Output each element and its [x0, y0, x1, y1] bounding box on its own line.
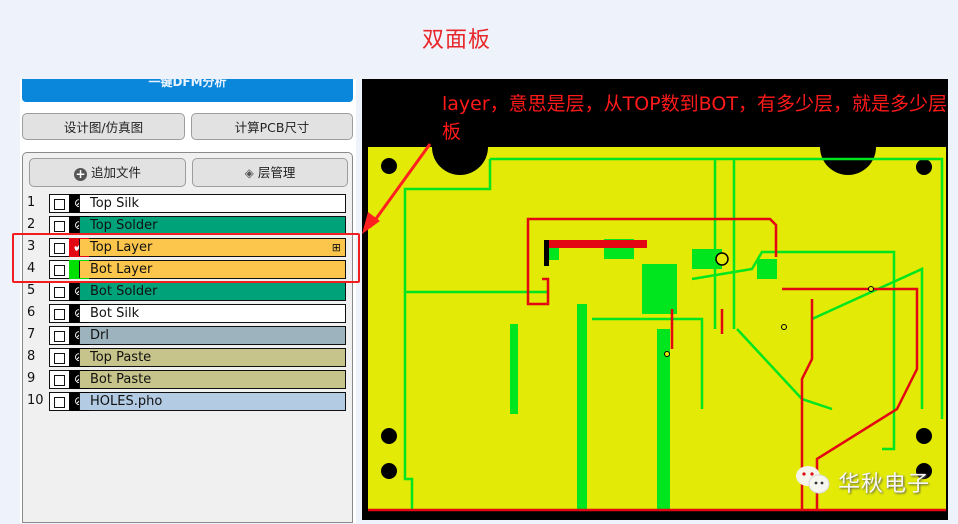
layer-index: 6 — [27, 305, 36, 320]
layer-cell[interactable]: ⊘Bot Silk — [49, 304, 346, 323]
layer-row[interactable]: 9 ⊘Bot Paste — [23, 369, 352, 391]
annotation-text: layer，意思是层，从TOP数到BOT，有多少层，就是多少层板 — [442, 93, 947, 143]
mounting-hole — [916, 159, 932, 175]
layer-index: 1 — [27, 195, 36, 210]
layer-cell[interactable]: ⊘HOLES.pho — [49, 392, 346, 411]
layer-name: HOLES.pho — [79, 393, 345, 410]
layer-index: 2 — [27, 217, 36, 232]
layer-name: Top Solder — [79, 217, 345, 234]
calc-pcb-size-button[interactable]: 计算PCB尺寸 — [191, 113, 353, 140]
mounting-hole — [381, 428, 397, 444]
layer-checkbox[interactable] — [54, 353, 65, 364]
layer-index: 7 — [27, 327, 36, 342]
wechat-icon — [796, 466, 830, 494]
layer-name: Drl — [79, 327, 345, 344]
mounting-hole — [381, 463, 397, 479]
layer-row[interactable]: 5 ⊘Bot Solder — [23, 281, 352, 303]
annotation-highlight-box — [12, 233, 360, 283]
layer-row[interactable]: 10 ⊘HOLES.pho — [23, 391, 352, 413]
via — [715, 252, 729, 266]
layer-panel: +追加文件 ◈层管理 1⊘Top Silk2⊘Top Solder3✔Top L… — [22, 152, 353, 523]
layer-checkbox[interactable] — [54, 397, 65, 408]
layer-name: Bot Silk — [79, 305, 345, 322]
layer-list: 1⊘Top Silk2⊘Top Solder3✔Top Layer⊞4Bot L… — [23, 193, 352, 413]
layer-name: Top Silk — [79, 195, 345, 212]
watermark-text: 华秋电子 — [838, 472, 931, 497]
layer-row[interactable]: 8 ⊘Top Paste — [23, 347, 352, 369]
via — [868, 286, 874, 292]
layer-checkbox[interactable] — [54, 309, 65, 320]
layer-row[interactable]: 6 ⊘Bot Silk — [23, 303, 352, 325]
layer-row[interactable]: 7 ⊘Drl — [23, 325, 352, 347]
add-file-label: 追加文件 — [90, 165, 141, 180]
layer-name: Bot Paste — [79, 371, 345, 388]
design-sim-button[interactable]: 设计图/仿真图 — [22, 113, 185, 140]
layer-cell[interactable]: ⊘Bot Paste — [49, 370, 346, 389]
layer-checkbox[interactable] — [54, 331, 65, 342]
add-file-button[interactable]: + 追加文件 — [29, 158, 186, 187]
layer-row[interactable]: 1 ⊘Top Silk — [23, 193, 352, 215]
layer-manage-label: 层管理 — [257, 165, 296, 180]
layers-icon: ◈ — [244, 166, 254, 180]
top-layer-pour — [547, 240, 647, 248]
dfm-analysis-button[interactable]: 一键DFM分析 — [22, 79, 353, 102]
via — [664, 351, 670, 357]
layer-checkbox[interactable] — [54, 375, 65, 386]
layer-checkbox[interactable] — [54, 287, 65, 298]
via — [781, 324, 787, 330]
layer-cell[interactable]: ⊘Top Silk — [49, 194, 346, 213]
mounting-hole — [916, 428, 932, 444]
dfm-analysis-label: 一键DFM分析 — [148, 79, 227, 89]
layer-index: 10 — [27, 393, 44, 408]
layer-cell[interactable]: ⊘Bot Solder — [49, 282, 346, 301]
layer-index: 5 — [27, 283, 36, 298]
mounting-hole — [381, 158, 397, 174]
layer-index: 9 — [27, 371, 36, 386]
layer-manage-button[interactable]: ◈ 层管理 — [192, 158, 348, 187]
layer-cell[interactable]: ⊘Drl — [49, 326, 346, 345]
layer-name: Bot Solder — [79, 283, 345, 300]
layer-cell[interactable]: ⊘Top Paste — [49, 348, 346, 367]
layer-checkbox[interactable] — [54, 199, 65, 210]
plus-circle-icon: + — [73, 167, 87, 181]
layer-sidebar: 一键DFM分析 设计图/仿真图 计算PCB尺寸 +追加文件 ◈层管理 1 ⊘Top… — [20, 79, 356, 523]
page-title: 双面板 — [422, 28, 492, 53]
layer-name: Top Paste — [79, 349, 345, 366]
layer-index: 8 — [27, 349, 36, 364]
layer-checkbox[interactable] — [54, 221, 65, 232]
